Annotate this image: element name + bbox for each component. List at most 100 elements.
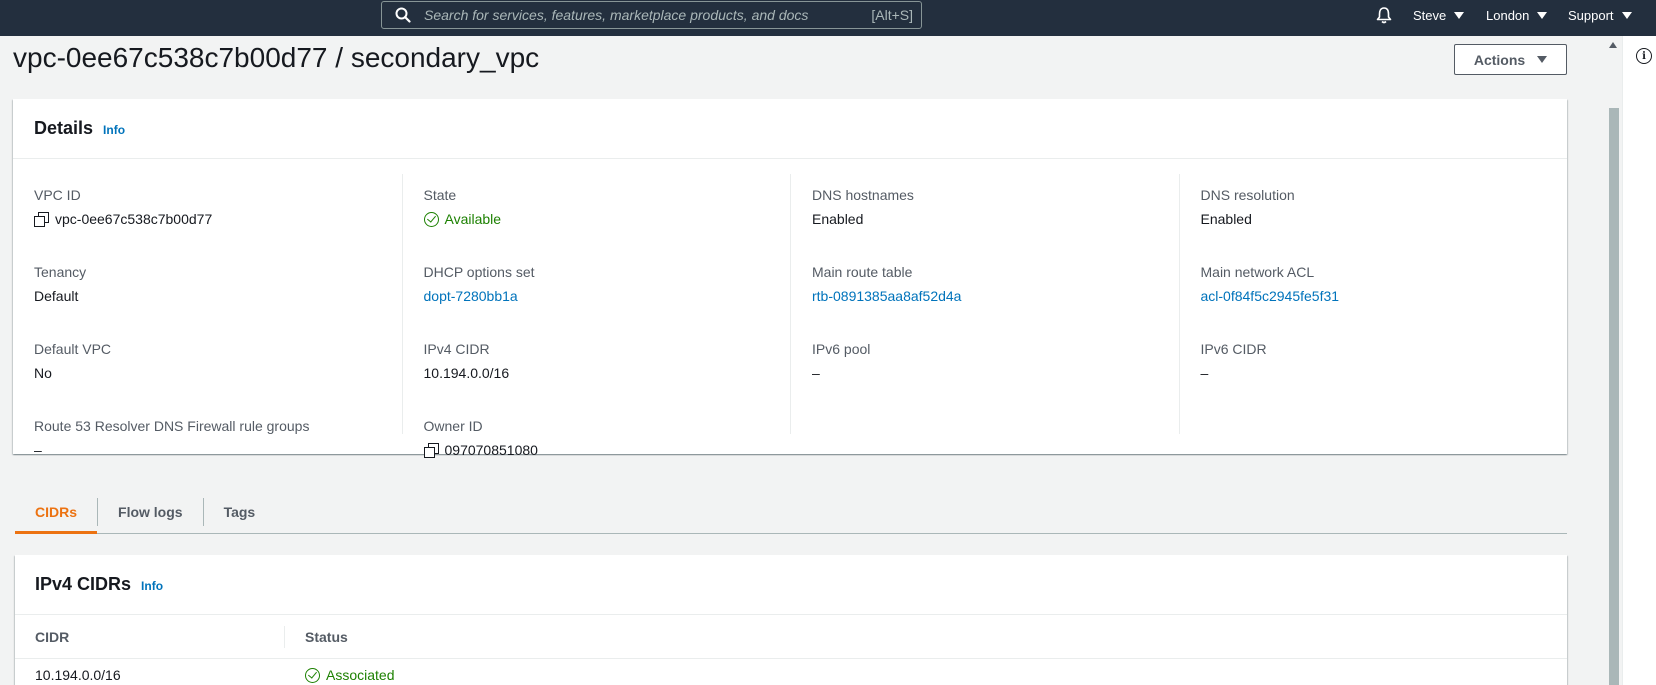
tab-tags[interactable]: Tags [204,490,276,533]
column-header-status[interactable]: Status [285,626,348,648]
field-label: IPv6 CIDR [1200,341,1267,357]
actions-button[interactable]: Actions [1454,44,1567,75]
field-dns-resolution: DNS resolution Enabled [1201,186,1568,251]
field-owner-id: Owner ID 097070851080 [423,417,791,482]
field-ipv6-cidr: IPv6 CIDR – [1201,340,1568,405]
caret-down-icon [1621,11,1632,19]
field-value-text: No [34,365,52,381]
field-value: – [1201,365,1568,381]
field-label: IPv6 pool [812,341,871,357]
user-menu[interactable]: Steve [1413,0,1465,30]
support-menu[interactable]: Support [1568,0,1632,30]
field-value: – [812,365,1179,381]
copy-icon[interactable] [34,212,49,227]
details-columns: VPC ID vpc-0ee67c538c7b00d77 Tenancy Defaul… [13,174,1568,458]
field-value-text[interactable]: dopt-7280bb1a [424,288,518,304]
status-text: Associated [326,667,395,683]
scroll-up-arrow[interactable] [1609,42,1617,48]
field-label: IPv4 CIDR [423,341,490,357]
info-icon[interactable]: i [1636,48,1652,64]
region-menu[interactable]: London [1486,0,1548,30]
field-value: vpc-0ee67c538c7b00d77 [34,211,402,227]
field-route-53-resolver-dns-firewall-rule-groups: Route 53 Resolver DNS Firewall rule grou… [34,417,402,482]
field-value-text: Available [444,211,502,227]
user-menu-label: Steve [1413,7,1447,23]
scrollbar-thumb[interactable] [1609,108,1619,685]
field-label: State [423,187,457,203]
ipv4-cidrs-heading: IPv4 CIDRs [35,574,132,594]
details-heading: Details [34,118,94,138]
field-label: Main network ACL [1200,264,1315,280]
field-value: No [34,365,402,381]
field-value: Enabled [812,211,1179,227]
field-dhcp-options-set: DHCP options set dopt-7280bb1a [424,263,791,328]
tab-flow-logs[interactable]: Flow logs [98,490,203,533]
field-label: Route 53 Resolver DNS Firewall rule grou… [34,418,310,434]
page-title: vpc-0ee67c538c7b00d77 / secondary_vpc [13,42,540,73]
table-header: CIDR Status [15,615,1567,659]
field-dns-hostnames: DNS hostnames Enabled [812,186,1179,251]
field-main-route-table: Main route table rtb-0891385aa8af52d4a [812,263,1179,328]
field-value-text: – [1200,365,1209,381]
search-input[interactable]: Search for services, features, marketpla… [381,1,922,29]
column-header-cidr[interactable]: CIDR [15,625,285,648]
details-header: Details Info [13,99,1567,159]
field-value: – [34,442,402,458]
details-column: DNS hostnames Enabled Main route table rtb-… [790,174,1179,434]
field-value-text[interactable]: rtb-0891385aa8af52d4a [812,288,961,304]
caret-down-icon [1537,11,1548,19]
field-tenancy: Tenancy Default [34,263,402,328]
tab-bar: CIDRs Flow logs Tags [15,490,1567,534]
cidr-cell: 10.194.0.0/16 [35,667,121,683]
field-value: Default [34,288,402,304]
field-label: Tenancy [34,264,87,280]
table-body: 10.194.0.0/16 Associated [15,659,1567,685]
copy-icon[interactable] [423,443,439,458]
ipv4-cidrs-header: IPv4 CIDRs Info [15,555,1567,615]
field-label: DNS hostnames [812,187,914,203]
details-panel: Details Info VPC ID vpc-0ee67c538c7b00d77… [13,99,1568,458]
help-panel-rail [1622,36,1656,685]
field-state: State Available [423,186,791,251]
search-shortcut: [Alt+S] [871,7,913,23]
field-ipv6-pool: IPv6 pool – [812,340,1179,405]
field-label: DHCP options set [423,264,535,280]
field-label: Main route table [812,264,913,280]
ipv4-cidrs-panel: IPv4 CIDRs Info CIDR Status 10.194.0.0/1… [15,555,1567,685]
actions-button-label: Actions [1473,51,1526,68]
field-value: 10.194.0.0/16 [424,365,791,381]
caret-down-icon [1454,11,1465,19]
field-label: Owner ID [423,418,483,434]
field-value: Available [423,211,791,227]
field-value-text: 10.194.0.0/16 [423,365,510,381]
field-value[interactable]: dopt-7280bb1a [424,288,791,304]
region-menu-label: London [1486,7,1530,23]
tab-cidrs[interactable]: CIDRs [15,490,98,534]
field-value[interactable]: acl-0f84f5c2945fe5f31 [1201,288,1568,304]
field-label: Default VPC [34,341,112,357]
field-label: VPC ID [34,187,81,203]
field-ipv4-cidr: IPv4 CIDR 10.194.0.0/16 [424,340,791,405]
details-column: VPC ID vpc-0ee67c538c7b00d77 Tenancy Defaul… [13,174,402,458]
top-navigation: Search for services, features, marketpla… [0,0,1656,36]
field-value-text[interactable]: acl-0f84f5c2945fe5f31 [1201,288,1340,304]
ipv4-cidrs-info-link[interactable]: Info [141,579,163,593]
check-circle-icon [423,211,439,227]
field-value: 097070851080 [423,442,791,458]
details-column: DNS resolution Enabled Main network ACL acl… [1178,174,1568,434]
field-value: Enabled [1201,211,1568,227]
field-value-text: Default [34,288,79,304]
caret-down-icon [1537,56,1548,63]
status-cell: Associated [285,667,394,683]
search-icon [392,4,414,26]
search-placeholder: Search for services, features, marketpla… [424,7,809,23]
table-row: 10.194.0.0/16 Associated [15,659,1567,685]
field-value[interactable]: rtb-0891385aa8af52d4a [812,288,1179,304]
field-value-text: 097070851080 [444,442,538,458]
field-default-vpc: Default VPC No [34,340,402,405]
field-value-text: – [34,442,42,458]
bell-icon[interactable] [1376,0,1392,30]
details-info-link[interactable]: Info [103,123,125,137]
field-value-text: Enabled [812,211,864,227]
field-value-text: vpc-0ee67c538c7b00d77 [55,211,213,227]
